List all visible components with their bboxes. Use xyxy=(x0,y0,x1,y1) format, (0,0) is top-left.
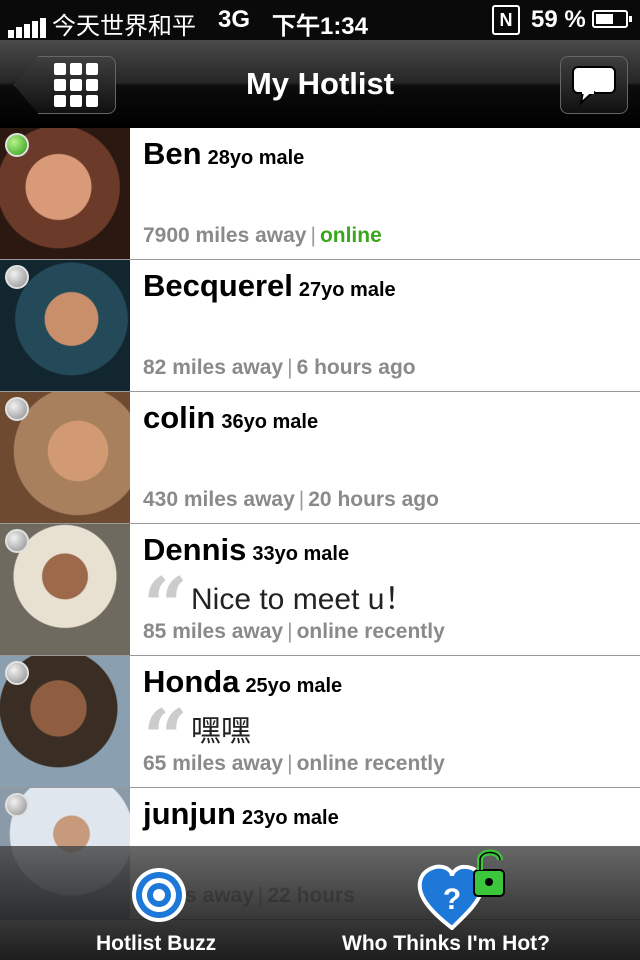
question-mark: ? xyxy=(443,883,461,916)
divider: | xyxy=(298,488,305,511)
user-info: 7900 miles away | online xyxy=(143,224,382,248)
quote-text: 嘿嘿 xyxy=(191,715,251,748)
target-icon[interactable] xyxy=(130,866,188,929)
list-item[interactable]: Becquerel27yo male “ 82 miles away|6 hou… xyxy=(0,260,640,392)
battery-percent: 59 % xyxy=(531,6,586,33)
presence-indicator-icon xyxy=(5,133,29,157)
hotlist-buzz-button[interactable]: Hotlist Buzz xyxy=(96,932,216,956)
last-seen: 20 hours ago xyxy=(308,488,439,511)
distance: 430 miles away xyxy=(143,488,295,511)
battery-icon xyxy=(592,10,632,28)
navigation-bar: My Hotlist xyxy=(0,40,640,129)
list-item[interactable]: Ben28yo male “ 7900 miles away|online xyxy=(0,128,640,260)
presence-indicator-icon xyxy=(5,397,29,421)
hotlist: Ben28yo male “ 7900 miles away|online Be… xyxy=(0,128,640,920)
presence-indicator-icon xyxy=(5,793,29,817)
last-seen: online recently xyxy=(296,752,445,775)
user-age-sex: 33yo male xyxy=(252,543,350,565)
last-seen: 6 hours ago xyxy=(296,356,416,379)
nfc-icon: N xyxy=(492,5,520,35)
distance: 82 miles away xyxy=(143,356,284,379)
user-age-sex: 36yo male xyxy=(221,411,319,433)
distance: 85 miles away xyxy=(143,620,284,643)
list-item[interactable]: colin36yo male “ 430 miles away|20 hours… xyxy=(0,392,640,524)
page-title: My Hotlist xyxy=(245,66,395,101)
bottom-toolbar: Hotlist Buzz ? Who Thinks I'm Hot? xyxy=(0,846,640,960)
user-name: Ben 28yo male xyxy=(143,136,305,171)
heart-lock-icon[interactable]: ? xyxy=(416,846,516,935)
user-age-sex: 28yo male xyxy=(207,147,305,169)
user-info: 430 miles away | 20 hours ago xyxy=(143,488,439,512)
presence-indicator-icon xyxy=(5,265,29,289)
divider: | xyxy=(287,620,293,643)
user-name: colin 36yo male xyxy=(143,400,319,435)
status-bar: 今天世界和平 3G 下午1:34 N 59 % xyxy=(0,0,640,40)
list-item[interactable]: Dennis 33yo male “Nice to meet u！ 85 mile… xyxy=(0,524,640,656)
who-thinks-im-hot-button[interactable]: Who Thinks I'm Hot? xyxy=(342,932,550,956)
user-info: 65 miles away | online recently xyxy=(143,752,445,776)
divider: | xyxy=(287,752,293,775)
divider: | xyxy=(287,356,293,379)
last-seen: online xyxy=(319,224,382,247)
list-item[interactable]: Honda 25yo male “嘿嘿 65 miles away | online … xyxy=(0,656,640,788)
distance: 65 miles away xyxy=(143,752,284,775)
user-name: Becquerel 27yo male xyxy=(143,268,396,303)
speech-bubble-icon xyxy=(572,66,616,105)
presence-indicator-icon xyxy=(5,661,29,685)
user-age-sex: 27yo male xyxy=(298,279,396,301)
divider: | xyxy=(310,224,316,247)
user-info: 82 miles away | 6 hours ago xyxy=(143,356,416,380)
chat-button[interactable] xyxy=(560,56,628,114)
distance: 7900 miles away xyxy=(143,224,307,247)
quote-text: Nice to meet u！ xyxy=(191,583,415,616)
last-seen: online recently xyxy=(296,620,445,643)
presence-indicator-icon xyxy=(5,529,29,553)
user-age-sex: 25yo male xyxy=(245,675,343,697)
user-name: junjun 23yo male xyxy=(143,796,339,831)
user-age-sex: 23yo male xyxy=(241,807,339,829)
user-info: 85 miles away | online recently xyxy=(143,620,445,644)
